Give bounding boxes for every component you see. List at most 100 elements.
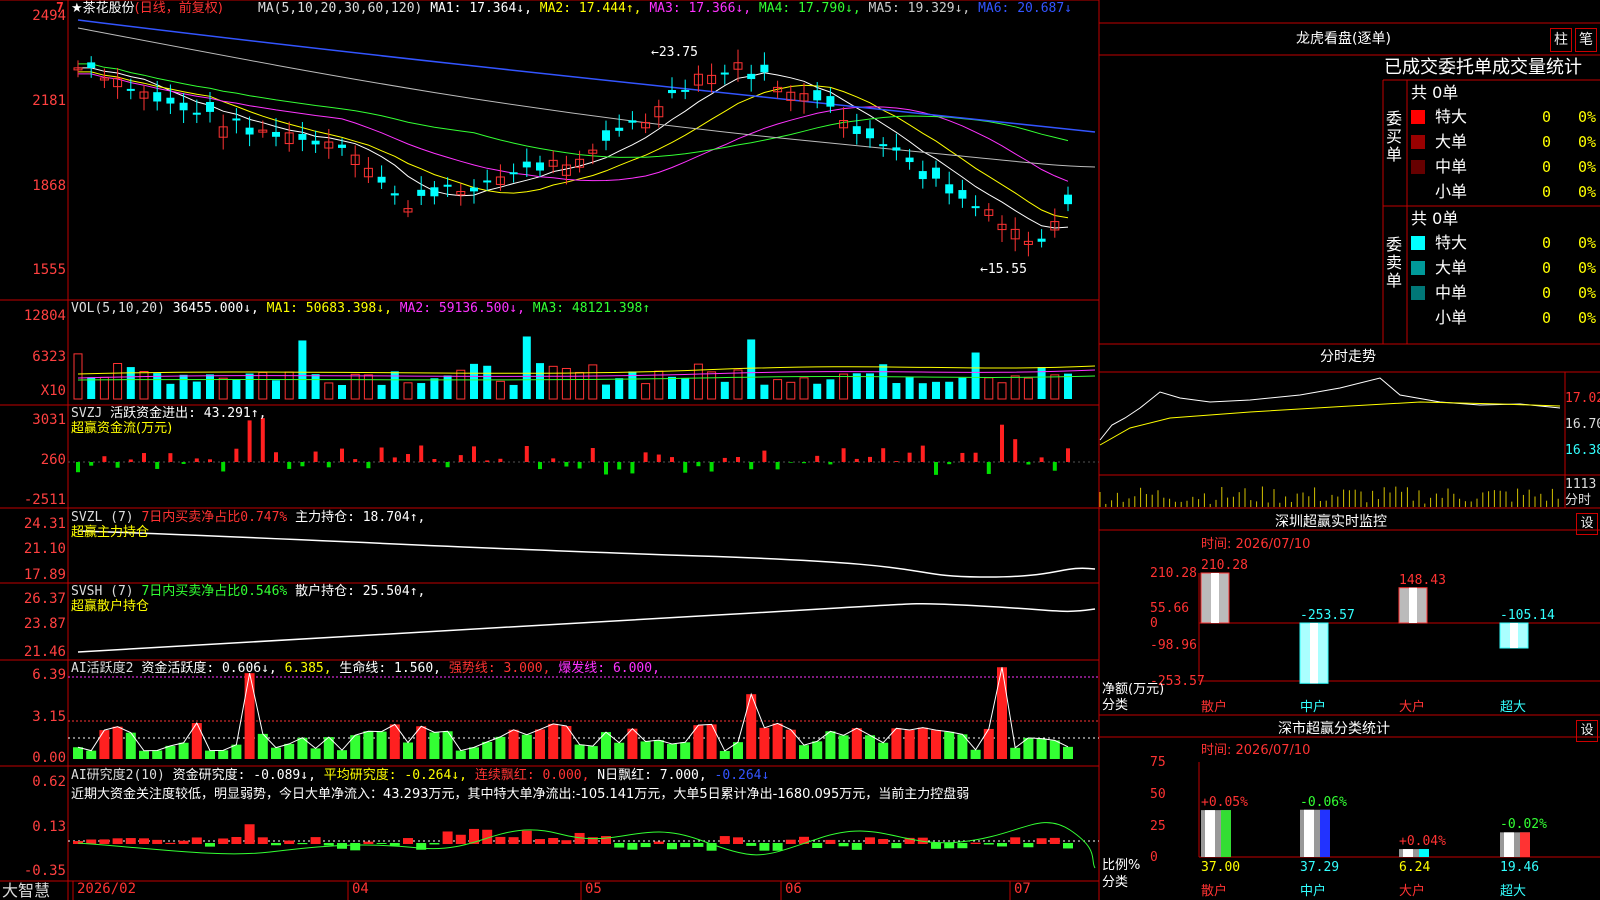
order-count: 0 [1542, 183, 1552, 201]
volume-bar-down [430, 378, 439, 399]
activity-bar [495, 736, 506, 759]
activity-bar [574, 744, 585, 759]
monitor-settings-button[interactable]: 设 [1576, 513, 1598, 535]
fund-flow-bar [115, 462, 120, 468]
monitor-axis-label: 210.28 [1150, 566, 1197, 581]
vol-legend-item: MA2: 59136.500↓, [399, 301, 533, 316]
fund-flow-bar [353, 459, 358, 462]
research-bar [521, 830, 532, 844]
axis-label: 6.39 [32, 667, 66, 683]
net-amount-label: 148.43 [1399, 572, 1446, 588]
fund-flow-bar [722, 457, 727, 462]
research-bar [297, 843, 308, 845]
retail-holding-line [77, 602, 1096, 653]
ai-research-legend-item: 连续飘红: 0.000, [474, 768, 598, 783]
research-bar [561, 840, 572, 844]
volume-bar-down [443, 375, 452, 399]
research-bar [442, 831, 453, 844]
order-percent: 0% [1578, 234, 1597, 252]
research-bar [165, 842, 176, 844]
vol-legend-item: MA3: 48121.398↑ [532, 301, 651, 316]
adjust-mode: (日线，前复权) [134, 1, 223, 16]
axis-label: 260 [40, 452, 66, 468]
ma-legend-item: MA1: 17.364↓, [430, 1, 540, 16]
research-bar [785, 839, 796, 844]
research-bar [667, 843, 677, 850]
tab-bar[interactable]: 柱 [1550, 28, 1572, 52]
activity-bar [152, 750, 163, 759]
research-bar [231, 836, 242, 844]
order-count: 0 [1542, 234, 1552, 252]
fund-flow-bar [485, 460, 490, 462]
fund-flow-bar [643, 452, 648, 462]
axis-label: 2181 [32, 93, 66, 109]
date-tick: 04 [352, 881, 369, 897]
candle-down [892, 147, 901, 151]
tab-tick[interactable]: 笔 [1575, 28, 1597, 52]
candle-down [668, 90, 676, 94]
classify-category: 中户 [1300, 884, 1327, 899]
order-count: 0 [1542, 133, 1552, 151]
research-bar [257, 837, 268, 844]
fund-flow-bar [366, 462, 371, 469]
intraday-axis-mid: 16.70 [1565, 417, 1600, 432]
order-percent: 0% [1578, 284, 1597, 302]
fund-flow-bar [749, 462, 754, 470]
svsh-legend-item: 7日内买卖净占比0.546% [141, 584, 296, 599]
axis-label: 26.37 [23, 591, 66, 607]
activity-bar [970, 749, 981, 759]
ratio-bar-highlight [1403, 849, 1413, 857]
research-bar [759, 843, 770, 851]
fund-flow-bar [604, 462, 608, 475]
volume-bar-down [206, 374, 214, 399]
ma-legend-item: MA3: 17.366↓, [649, 1, 759, 16]
volume-bar-down [905, 377, 914, 399]
activity-bar [891, 728, 902, 759]
monitor-axis-label: 0 [1150, 616, 1158, 631]
classify-settings-button[interactable]: 设 [1576, 720, 1598, 742]
volume-bar-down [377, 384, 386, 399]
ai-research-legend-item: N日飘红: 7.000, [597, 768, 715, 783]
ai-research-legend-item: 平均研究度: -0.264↓, [323, 768, 475, 783]
volume-bar-down [338, 384, 346, 399]
ratio-change-label: +0.05% [1201, 795, 1248, 811]
classify-class-label: 分类 [1102, 875, 1129, 890]
vol-ma3 [77, 375, 1096, 381]
monitor-unit-label: 净额(万元) [1102, 682, 1165, 697]
monitor-axis-label: -98.96 [1150, 638, 1197, 653]
activity-bar [271, 747, 281, 759]
fund-flow-bar [419, 445, 424, 462]
fund-flow-bar [194, 458, 199, 462]
vol-legend: VOL(5,10,20) 36455.000↓, MA1: 50683.398↓… [71, 301, 650, 316]
svzl-subtitle: 超赢主力持仓 [71, 525, 150, 540]
classify-axis-label: 0 [1150, 850, 1158, 865]
research-bar [1063, 843, 1073, 849]
stock-title[interactable]: ★茶花股份(日线，前复权) [71, 1, 223, 16]
volume-bar-down [945, 381, 954, 399]
volume-bar-down [536, 363, 544, 399]
candle-down [615, 127, 624, 131]
candle-down [918, 171, 927, 180]
svzj-legend-item: SVZJ [71, 406, 111, 421]
volume-bar-up [73, 353, 83, 400]
order-side-label: 委卖单 [1386, 235, 1403, 290]
ratio-bar-color [1419, 849, 1429, 857]
volume-bar-up [403, 382, 413, 400]
order-count: 0 [1542, 309, 1552, 327]
research-bar [851, 843, 862, 850]
volume-bar-up [1010, 375, 1020, 400]
order-size-name: 小单 [1435, 308, 1468, 327]
ratio-change-label: -0.02% [1500, 817, 1547, 833]
activity-bar [1049, 740, 1060, 759]
date-tick: 2026/02 [77, 881, 137, 897]
classify-category: 超大 [1500, 884, 1527, 899]
axis-label: 2494 [32, 8, 66, 24]
intraday-axis-low: 16.38 [1565, 443, 1600, 458]
svsh-legend: SVSH (7) 7日内买卖净占比0.546% 散户持仓: 25.504↑, [71, 584, 425, 599]
svsh-subtitle: 超赢散户持仓 [71, 599, 150, 614]
activity-bar [469, 747, 479, 759]
activity-bar [178, 742, 189, 759]
fund-flow-bar [155, 462, 160, 469]
candle-down [87, 62, 96, 69]
ai-research-legend-item: AI研究度2(10) [71, 768, 173, 783]
